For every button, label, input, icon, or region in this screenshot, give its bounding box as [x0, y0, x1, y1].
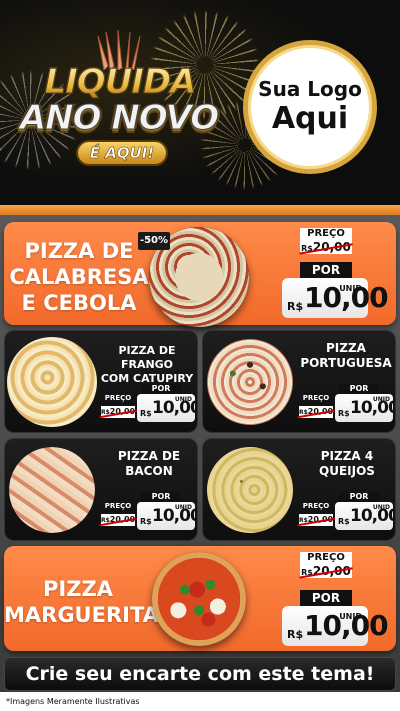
product-price: POR PREÇO R$20,00 R$ 10,00 UNID	[101, 492, 197, 534]
old-price: R$20,00	[299, 406, 333, 418]
product-price: POR PREÇO R$20,00 R$ 10,00 UNID	[101, 384, 197, 426]
new-price-currency: R$	[338, 409, 350, 418]
product-name: PIZZA 4 QUEIJOS	[299, 449, 395, 479]
product-name-line3: E CEBOLA	[21, 291, 137, 315]
product-name: PIZZA DE BACON	[101, 449, 197, 479]
pizza-marguerita-image	[152, 552, 246, 646]
new-price-currency: R$	[287, 628, 304, 641]
product-name: PIZZA DE FRANGO COM CATUPIRY	[97, 344, 197, 386]
logo-text-line1: Sua Logo	[258, 77, 362, 101]
price-label: PREÇO	[302, 394, 330, 402]
por-label: POR	[300, 590, 352, 606]
product-name-line2: CALABRESA	[9, 265, 149, 289]
price-label: PREÇO	[300, 552, 352, 564]
product-price: POR PREÇO R$20,00 R$ 10,00 UNID	[299, 384, 395, 426]
price-label: PREÇO	[104, 502, 132, 510]
old-price-value: 20,00	[307, 407, 334, 416]
discount-badge: -50%	[138, 232, 170, 250]
new-price: R$ 10,00 UNID	[137, 394, 197, 422]
old-price-currency: R$	[299, 409, 308, 416]
store-logo-placeholder: Sua Logo Aqui	[243, 40, 377, 174]
product-name-line1: PIZZA DE FRANGO	[118, 344, 176, 371]
old-price: R$20,00	[101, 514, 135, 526]
unit-label: UNID	[372, 504, 390, 511]
por-label: POR	[141, 384, 181, 394]
unit-label: UNID	[174, 504, 192, 511]
new-price-currency: R$	[287, 300, 304, 313]
old-price-currency: R$	[301, 568, 313, 577]
disclaimer-text: *Imagens Meramente Ilustrativas	[6, 697, 140, 706]
product-name-line2: BACON	[125, 464, 173, 478]
por-label: POR	[339, 492, 379, 502]
product-name-line1: PIZZA DE	[24, 239, 134, 263]
old-price-currency: R$	[101, 409, 110, 416]
promo-logo: LIQUIDA ANO NOVO É AQUI!	[14, 30, 224, 180]
new-price: R$ 10,00 UNID	[282, 278, 389, 318]
product-name: PIZZA MARGUERITA	[4, 576, 159, 628]
new-price: R$ 10,00 UNID	[137, 502, 197, 530]
price-label: PREÇO	[302, 502, 330, 510]
product-name: PIZZA PORTUGUESA	[297, 341, 395, 371]
product-name-line1: PIZZA 4	[320, 449, 374, 463]
unit-label: UNID	[174, 396, 192, 403]
unit-label: UNID	[372, 396, 390, 403]
old-price: R$20,00	[300, 240, 352, 254]
new-price-currency: R$	[338, 517, 350, 526]
product-card-bacon: PIZZA DE BACON POR PREÇO R$20,00 R$ 10,0…	[4, 438, 198, 541]
cta-banner[interactable]: Crie seu encarte com este tema!	[4, 657, 396, 691]
product-card-4-queijos: PIZZA 4 QUEIJOS POR PREÇO R$20,00 R$ 10,…	[202, 438, 396, 541]
promo-title-line1: LIQUIDA	[20, 62, 220, 103]
featured-price-marguerita: PREÇO R$20,00 POR R$ 10,00 UNID	[282, 552, 389, 646]
product-price: POR PREÇO R$20,00 R$ 10,00 UNID	[299, 492, 395, 534]
product-name: PIZZA DE CALABRESA E CEBOLA	[4, 238, 154, 316]
product-name-line2: PORTUGUESA	[300, 356, 392, 370]
new-price-currency: R$	[140, 409, 152, 418]
pizza-4-queijos-image	[207, 447, 293, 533]
old-price-currency: R$	[299, 517, 308, 524]
product-card-frango: PIZZA DE FRANGO COM CATUPIRY POR PREÇO R…	[4, 330, 198, 433]
product-card-portuguesa: PIZZA PORTUGUESA POR PREÇO R$20,00 R$ 10…	[202, 330, 396, 433]
old-price-value: 20,00	[109, 515, 136, 524]
promo-tag-badge: É AQUI!	[76, 140, 168, 166]
price-label: PREÇO	[104, 394, 132, 402]
old-price-value: 20,00	[312, 240, 351, 254]
product-name-line2: QUEIJOS	[319, 464, 375, 478]
orange-divider	[0, 205, 400, 215]
old-price-value: 20,00	[307, 515, 334, 524]
pizza-portuguesa-image	[207, 339, 293, 425]
featured-price-calabresa: PREÇO R$20,00 POR R$ 10,00 UNID	[282, 228, 389, 320]
old-price: R$20,00	[101, 406, 135, 418]
por-label: POR	[141, 492, 181, 502]
product-name-line1: PIZZA DE	[117, 449, 181, 463]
unit-label: UNID	[339, 612, 362, 621]
unit-label: UNID	[339, 284, 362, 293]
old-price-currency: R$	[101, 517, 110, 524]
header-banner: LIQUIDA ANO NOVO É AQUI! Sua Logo Aqui	[0, 0, 400, 205]
product-name-line1: PIZZA	[43, 577, 113, 601]
product-name-line1: PIZZA	[326, 341, 366, 355]
old-price: R$20,00	[300, 564, 352, 578]
pizza-bacon-image	[9, 447, 95, 533]
flyer-page: LIQUIDA ANO NOVO É AQUI! Sua Logo Aqui P…	[0, 0, 400, 711]
new-price: R$ 10,00 UNID	[282, 606, 389, 646]
new-price: R$ 10,00 UNID	[335, 502, 395, 530]
price-label: PREÇO	[300, 228, 352, 240]
logo-text-line2: Aqui	[271, 101, 349, 136]
por-label: POR	[339, 384, 379, 394]
new-price: R$ 10,00 UNID	[335, 394, 395, 422]
pizza-frango-image	[7, 337, 97, 427]
old-price-currency: R$	[301, 244, 313, 253]
promo-title-line2: ANO NOVO	[19, 98, 219, 139]
por-label: POR	[300, 262, 352, 278]
new-price-currency: R$	[140, 517, 152, 526]
old-price-value: 20,00	[109, 407, 136, 416]
old-price-value: 20,00	[312, 564, 351, 578]
product-name-line2: MARGUERITA	[4, 603, 159, 627]
old-price: R$20,00	[299, 514, 333, 526]
